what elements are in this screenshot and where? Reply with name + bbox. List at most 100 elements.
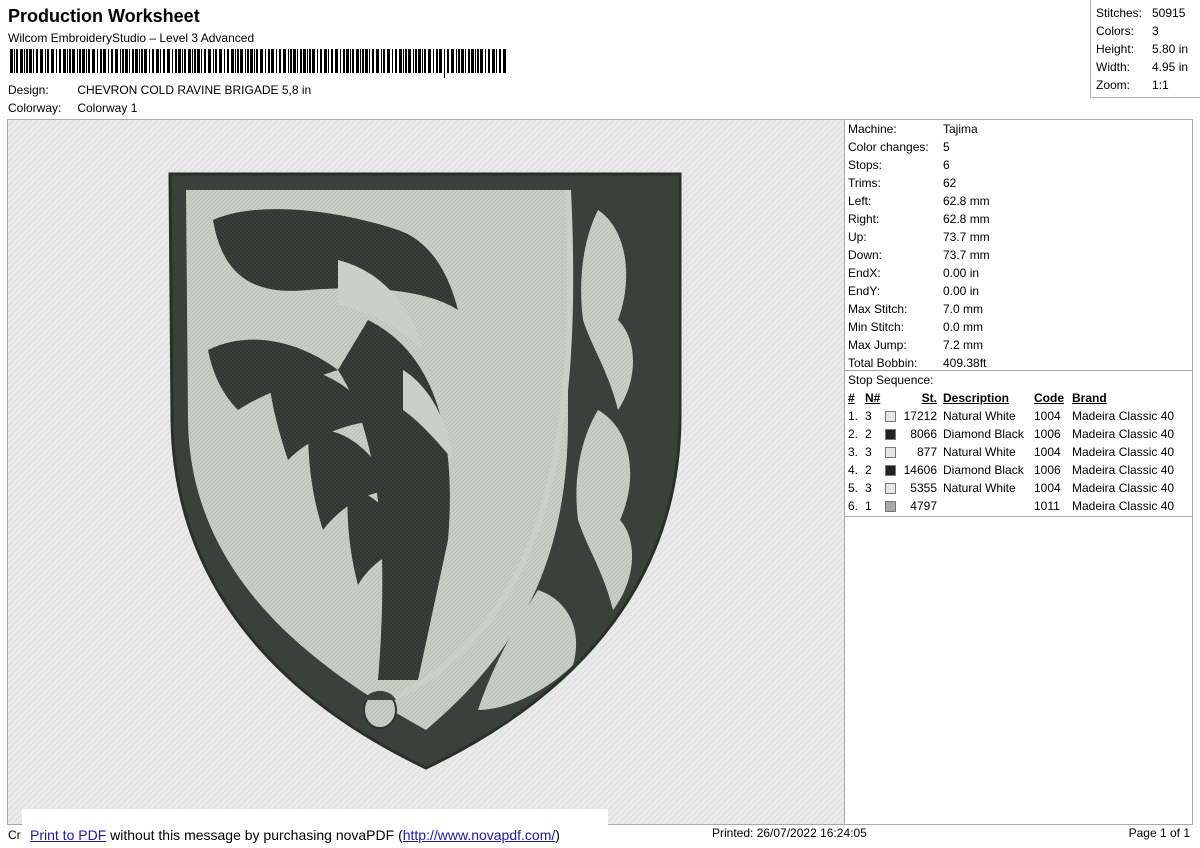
thread-description: Natural White — [943, 481, 1016, 495]
machine-info-value: Tajima — [943, 122, 978, 136]
barcode-bar — [468, 49, 470, 73]
barcode-bar — [256, 49, 258, 73]
barcode-bar — [331, 49, 333, 73]
barcode-bar — [72, 49, 75, 73]
machine-info-value: 0.00 in — [943, 284, 980, 298]
barcode-bar — [63, 49, 66, 73]
barcode-bar — [383, 49, 385, 73]
summary-panel: Stitches: 50915 Colors: 3 Height: 5.80 in W… — [1090, 0, 1200, 98]
barcode-bar — [475, 49, 476, 73]
barcode-bar — [461, 49, 464, 73]
thread-color-swatch — [885, 447, 896, 459]
barcode-bar — [424, 49, 426, 73]
barcode-bar — [447, 49, 449, 73]
barcode-bar — [182, 49, 183, 73]
barcode-bar — [156, 49, 159, 73]
barcode-bar — [178, 49, 181, 73]
machine-info-row: Trims: 62 — [848, 174, 1192, 192]
novapdf-url-link[interactable]: http://www.novapdf.com/ — [403, 827, 556, 843]
barcode-bar — [103, 49, 106, 73]
barcode-bar — [360, 49, 361, 73]
machine-info-row: Min Stitch: 0.0 mm — [848, 318, 1192, 336]
barcode-bar — [125, 49, 128, 73]
machine-info-label: Down: — [848, 248, 883, 262]
barcode-bar — [219, 49, 222, 73]
colorway-value: Colorway 1 — [77, 101, 138, 115]
barcode-bar — [488, 49, 490, 73]
table-header-row: # N# St. Description Code Brand — [848, 389, 1190, 407]
machine-info-label: EndX: — [848, 266, 881, 280]
machine-info-value: 62.8 mm — [943, 194, 990, 208]
stitch-count: 877 — [916, 445, 937, 459]
machine-info-row: EndX: 0.00 in — [848, 264, 1192, 282]
col-stitches: St. — [921, 391, 937, 405]
thread-code: 1004 — [1034, 445, 1061, 459]
barcode-bar — [485, 49, 486, 73]
thread-description: Natural White — [943, 445, 1016, 459]
table-row: 4. 2 14606 Diamond Black 1006 Madeira Classic… — [848, 461, 1190, 479]
notice-text: without this message by purchasing novaP… — [106, 827, 403, 843]
barcode-bar — [399, 49, 402, 73]
info-panel: Machine: Tajima Color changes: 5 Stops: 6 Trim… — [845, 119, 1193, 825]
machine-info-label: Machine: — [848, 122, 897, 136]
needle-number: 3 — [865, 445, 872, 459]
machine-info-label: Right: — [848, 212, 880, 226]
barcode-bar — [36, 49, 38, 73]
machine-info-label: Max Jump: — [848, 338, 907, 352]
barcode-bar — [97, 49, 98, 73]
machine-info-label: Color changes: — [848, 140, 929, 154]
needle-number: 2 — [865, 427, 872, 441]
barcode-bar — [346, 49, 349, 73]
barcode-bar — [439, 49, 442, 73]
barcode-bar — [279, 49, 281, 73]
barcode-bar — [265, 49, 266, 73]
machine-info-value: 5 — [943, 140, 950, 154]
barcode-bar — [328, 49, 329, 73]
needle-number: 1 — [865, 499, 872, 513]
print-to-pdf-link[interactable]: Print to PDF — [30, 827, 106, 843]
table-row: 6. 1 4797 1011 Madeira Classic 40 — [848, 497, 1190, 515]
thread-code: 1006 — [1034, 463, 1061, 477]
barcode-bar — [418, 49, 421, 73]
machine-info-value: 0.0 mm — [943, 320, 984, 334]
barcode-bar — [422, 49, 423, 73]
notice-end: ) — [555, 827, 560, 843]
page-number: Page 1 of 1 — [1128, 826, 1190, 840]
barcode-bar — [503, 49, 506, 73]
design-preview — [7, 119, 845, 825]
barcode-bar — [69, 49, 71, 73]
barcode-bar — [79, 49, 81, 73]
barcode-bar — [47, 49, 49, 73]
thread-brand: Madeira Classic 40 — [1072, 445, 1175, 459]
barcode-bar — [59, 49, 61, 73]
thread-description: Natural White — [943, 409, 1016, 423]
barcode-bar — [24, 49, 25, 73]
barcode-bar — [132, 49, 134, 73]
table-row: 2. 2 8066 Diamond Black 1006 Madeira Classic … — [848, 425, 1190, 443]
barcode-bar — [471, 49, 474, 73]
barcode-bar — [20, 49, 23, 73]
barcode-bar — [111, 49, 113, 73]
barcode-bar — [86, 49, 87, 73]
machine-info-value: 6 — [943, 158, 950, 172]
barcode-bar — [160, 49, 161, 73]
barcode-bar — [192, 49, 193, 73]
barcode-bar — [428, 49, 431, 73]
stop-number: 4. — [848, 463, 859, 477]
barcode-bar — [224, 49, 225, 73]
barcode-bar — [250, 49, 253, 73]
stop-number: 3. — [848, 445, 859, 459]
barcode-bar — [288, 49, 289, 73]
barcode-bar — [444, 49, 445, 78]
machine-info-value: 73.7 mm — [943, 248, 990, 262]
barcode-bar — [451, 49, 454, 73]
machine-info-row: EndY: 0.00 in — [848, 282, 1192, 300]
thread-code: 1011 — [1034, 499, 1060, 513]
stop-number: 5. — [848, 481, 859, 495]
barcode-bar — [10, 49, 13, 73]
barcode-bar — [268, 49, 270, 73]
machine-info-row: Max Stitch: 7.0 mm — [848, 300, 1192, 318]
stitch-count: 17212 — [903, 409, 937, 423]
barcode-bar — [480, 49, 483, 73]
barcode-bar — [33, 49, 34, 73]
